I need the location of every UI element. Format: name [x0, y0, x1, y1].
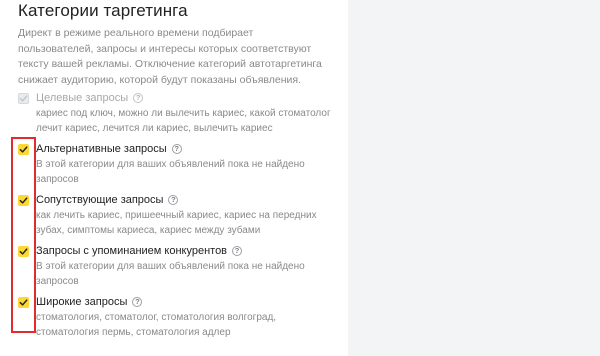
question-icon[interactable]: ? [171, 144, 182, 154]
category-label[interactable]: Альтернативные запросы [36, 143, 167, 155]
category-description: как лечить кариес, пришеечный кариес, ка… [36, 210, 317, 236]
category-broad-queries: Широкие запросы ? стоматология, стоматол… [18, 295, 336, 340]
question-icon[interactable]: ? [132, 297, 143, 307]
category-related-queries: Сопутствующие запросы ? как лечить карие… [18, 193, 336, 238]
question-icon[interactable]: ? [232, 246, 243, 256]
category-label: Целевые запросы [36, 92, 129, 104]
question-icon[interactable]: ? [168, 195, 179, 205]
side-panel [348, 0, 600, 356]
checkmark-icon [19, 94, 28, 102]
category-alternative-queries: Альтернативные запросы ? В этой категори… [18, 142, 336, 187]
highlight-frame [11, 137, 36, 333]
category-description: В этой категории для ваших объявлений по… [36, 261, 305, 287]
category-target-queries: Целевые запросы ? кариес под ключ, можно… [18, 91, 336, 136]
checkbox-target-queries [18, 92, 29, 104]
category-description: В этой категории для ваших объявлений по… [36, 159, 305, 185]
category-label[interactable]: Запросы с упоминанием конкурентов [36, 245, 227, 257]
question-icon[interactable]: ? [133, 93, 144, 103]
category-label[interactable]: Сопутствующие запросы [36, 194, 163, 206]
page-title: Категории таргетинга [18, 1, 188, 20]
category-competitor-queries: Запросы с упоминанием конкурентов ? В эт… [18, 244, 336, 289]
category-label[interactable]: Широкие запросы [36, 296, 127, 308]
section-description: Директ в режиме реального времени подбир… [18, 27, 322, 86]
category-description: кариес под ключ, можно ли вылечить карие… [36, 108, 331, 134]
category-description: стоматология, стоматолог, стоматология в… [36, 312, 277, 338]
